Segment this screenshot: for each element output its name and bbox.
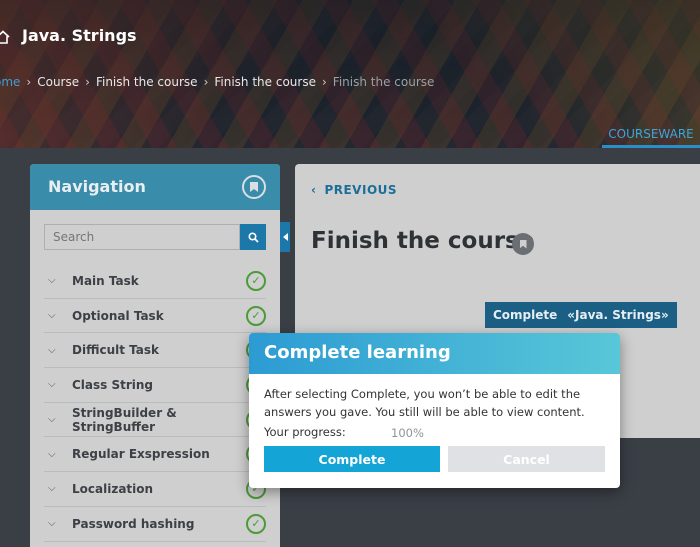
collapse-sidebar-button[interactable]	[280, 222, 290, 252]
search-icon	[247, 231, 259, 243]
navigation-header: Navigation	[30, 164, 280, 210]
chevron-down-icon: ⌵	[48, 518, 56, 530]
navigation-sidebar: Navigation ⌵ Main Task ✓ ⌵ Optional Task ✓ ⌵…	[30, 164, 280, 547]
bookmark-icon	[519, 239, 527, 249]
chevron-down-icon: ⌵	[48, 448, 56, 460]
progress-label: Your progress:	[264, 425, 346, 439]
check-circle-icon: ✓	[246, 270, 266, 291]
sidebar-item-label: Localization	[72, 481, 154, 496]
sidebar-item-label: Regular Exspression	[72, 447, 210, 462]
breadcrumb-current: Finish the course	[332, 75, 435, 89]
previous-label: PREVIOUS	[324, 183, 398, 197]
chevron-right-icon: ›	[85, 75, 90, 89]
sidebar-item-label: Class String	[72, 377, 154, 392]
home-icon[interactable]	[0, 30, 10, 44]
chevron-down-icon: ⌵	[48, 275, 56, 287]
breadcrumb-home[interactable]: ome	[0, 75, 20, 89]
chevron-left-icon: ‹	[311, 183, 317, 197]
previous-button[interactable]: ‹ PREVIOUS	[311, 183, 397, 197]
breadcrumb-subsection[interactable]: Finish the course	[214, 75, 316, 89]
sidebar-item-main-task[interactable]: ⌵ Main Task ✓	[44, 264, 266, 299]
chevron-down-icon: ⌵	[48, 310, 56, 322]
complete-course-label: Complete	[493, 308, 558, 322]
sidebar-item-localization[interactable]: ⌵ Localization ✓	[44, 472, 266, 507]
check-circle-icon: ✓	[246, 513, 266, 534]
dialog-title: Complete learning	[264, 342, 451, 363]
dialog-message: After selecting Complete, you won’t be a…	[264, 387, 585, 419]
course-banner: Java. Strings ome › Course › Finish the …	[0, 0, 700, 148]
search-input[interactable]	[44, 224, 240, 250]
chevron-right-icon: ›	[26, 75, 32, 89]
breadcrumb-section[interactable]: Finish the course	[96, 75, 198, 89]
sidebar-item-label: StringBuilder & StringBuffer	[72, 405, 177, 434]
breadcrumb-course[interactable]: Course	[37, 75, 79, 89]
chevron-left-icon	[282, 233, 288, 241]
chevron-down-icon: ⌵	[48, 414, 56, 426]
complete-course-button[interactable]: Complete «Java. Strings»	[485, 302, 677, 328]
unit-title: Finish the course	[311, 228, 535, 254]
chevron-right-icon: ›	[203, 75, 209, 89]
sidebar-item-stringbuilder[interactable]: ⌵StringBuilder & StringBuffer✓	[44, 403, 266, 438]
progress-value: 100%	[391, 426, 424, 440]
chevron-down-icon: ⌵	[48, 483, 56, 495]
check-circle-icon: ✓	[246, 305, 266, 326]
chevron-down-icon: ⌵	[48, 344, 56, 356]
bookmarks-button[interactable]	[242, 175, 266, 199]
cancel-button[interactable]: Cancel	[448, 446, 605, 472]
navigation-title: Navigation	[48, 177, 146, 196]
bookmark-icon	[250, 182, 258, 192]
tab-courseware[interactable]: COURSEWARE	[602, 124, 700, 148]
sidebar-item-regular-expression[interactable]: ⌵Regular Exspression✓	[44, 437, 266, 473]
sidebar-item-label: Difficult Task	[72, 343, 159, 358]
unit-bookmark-button[interactable]	[512, 233, 534, 255]
sidebar-item-label: Password hashing	[72, 516, 195, 531]
course-title: Java. Strings	[22, 26, 137, 45]
sidebar-item-class-string[interactable]: ⌵Class String✓	[44, 368, 266, 403]
sidebar-item-optional-task[interactable]: ⌵ Optional Task ✓	[44, 299, 266, 334]
complete-learning-dialog: Complete learning After selecting Comple…	[249, 333, 620, 488]
navigation-list: ⌵ Main Task ✓ ⌵ Optional Task ✓ ⌵ Difficult T…	[44, 264, 266, 542]
dialog-header: Complete learning	[249, 333, 620, 374]
complete-course-name: «Java. Strings»	[567, 308, 669, 322]
sidebar-item-label: Main Task	[72, 273, 139, 288]
complete-button[interactable]: Complete	[264, 446, 440, 472]
sidebar-item-label: Optional Task	[72, 308, 164, 323]
sidebar-item-difficult-task[interactable]: ⌵Difficult Task✓	[44, 333, 266, 369]
search-button[interactable]	[240, 224, 266, 250]
breadcrumb: ome › Course › Finish the course › Finis…	[0, 75, 434, 89]
search-box	[44, 224, 266, 250]
chevron-right-icon: ›	[321, 75, 327, 89]
sidebar-item-password-hashing[interactable]: ⌵ Password hashing ✓	[44, 507, 266, 542]
chevron-down-icon: ⌵	[48, 379, 56, 391]
